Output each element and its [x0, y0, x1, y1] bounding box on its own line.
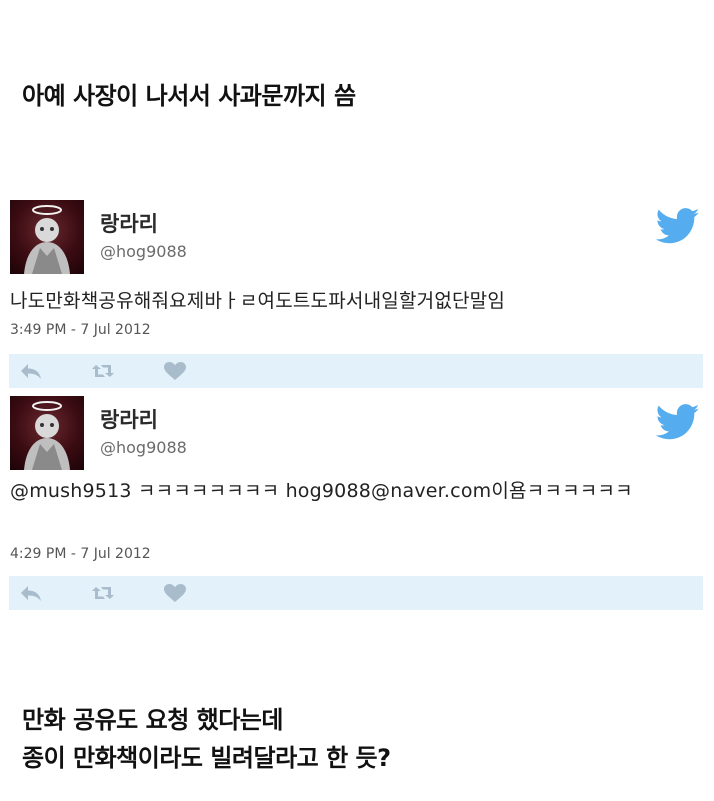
retweet-icon[interactable] [91, 361, 115, 381]
tweet-timestamp[interactable]: 3:49 PM - 7 Jul 2012 [10, 322, 151, 338]
caption-line: 만화 공유도 요청 했다는데 [22, 706, 283, 734]
user-handle[interactable]: @hog9088 [100, 242, 187, 261]
twitter-bird-icon [655, 208, 700, 246]
reply-icon[interactable] [19, 583, 43, 603]
tweet-text: 나도만화책공유해줘요제바ㅏㄹ여도트도파서내일할거없단말임 [10, 290, 506, 312]
heart-icon[interactable] [163, 583, 187, 603]
post-heading: 아예 사장이 나서서 사과문까지 씀 [22, 82, 356, 110]
twitter-bird-icon [655, 404, 700, 442]
tweet-action-bar [9, 576, 703, 610]
retweet-icon[interactable] [91, 583, 115, 603]
tweet-action-bar [9, 354, 703, 388]
tweet-timestamp[interactable]: 4:29 PM - 7 Jul 2012 [10, 546, 151, 562]
user-handle[interactable]: @hog9088 [100, 438, 187, 457]
display-name[interactable]: 랑라리 [100, 208, 158, 238]
tweet-card: 랑라리 @hog9088 나도만화책공유해줘요제바ㅏㄹ여도트도파서내일할거없단말… [0, 196, 714, 392]
caption-line: 종이 만화책이라도 빌려달라고 한 듯? [22, 744, 391, 772]
heart-icon[interactable] [163, 361, 187, 381]
reply-icon[interactable] [19, 361, 43, 381]
avatar[interactable] [10, 200, 84, 274]
tweet-text: @mush9513 ㅋㅋㅋㅋㅋㅋㅋㅋ hog9088@naver.com이욤ㅋㅋ… [10, 480, 633, 502]
tweet-card: 랑라리 @hog9088 @mush9513 ㅋㅋㅋㅋㅋㅋㅋㅋ hog9088@… [0, 392, 714, 622]
display-name[interactable]: 랑라리 [100, 404, 158, 434]
avatar[interactable] [10, 396, 84, 470]
